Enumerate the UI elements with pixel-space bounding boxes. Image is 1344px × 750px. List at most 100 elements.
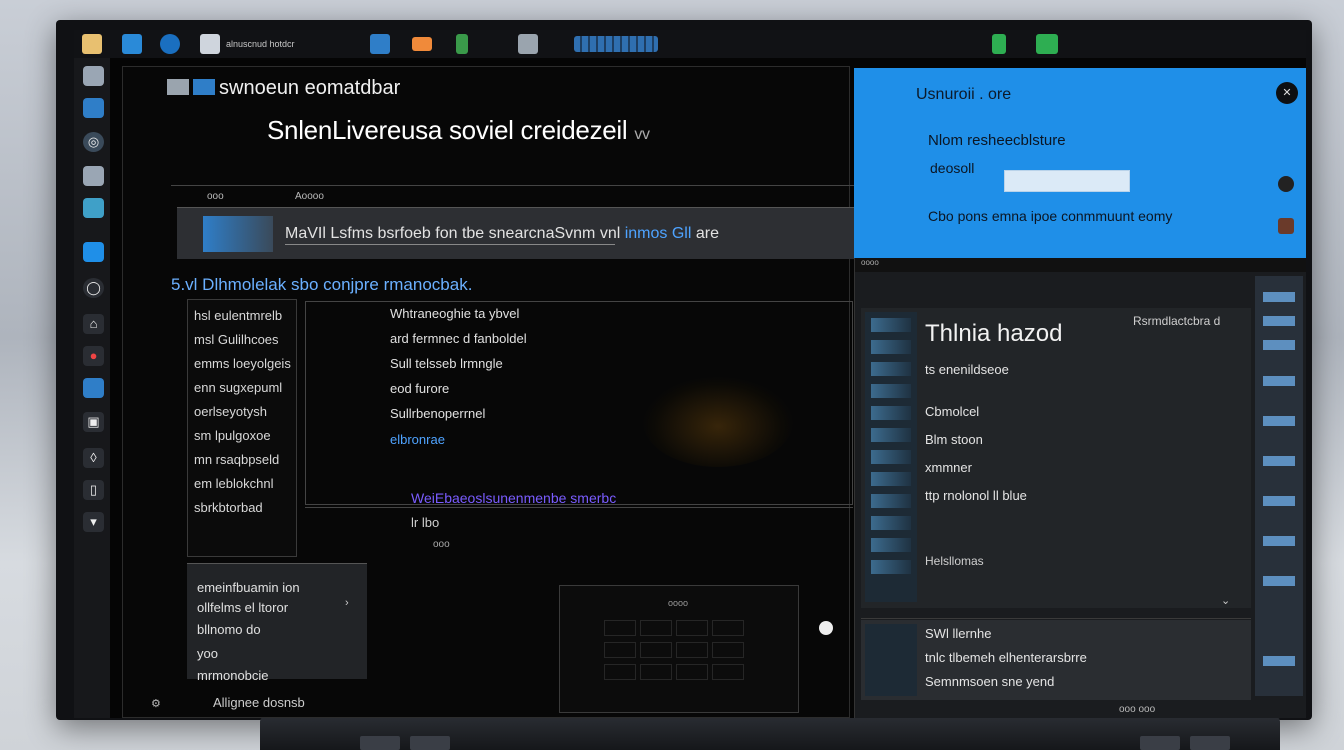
thumbnail[interactable] xyxy=(871,406,911,420)
files-icon[interactable] xyxy=(200,34,220,54)
mail-icon[interactable] xyxy=(370,34,390,54)
option-item[interactable]: Sullrbenoperrnel xyxy=(390,406,485,421)
sidebar-cell[interactable] xyxy=(1263,340,1295,350)
monitor-icon[interactable] xyxy=(83,98,104,118)
thumbnail[interactable] xyxy=(871,560,911,574)
column-header-2[interactable]: Aoooo xyxy=(295,191,324,202)
sidebar-cell[interactable] xyxy=(1263,456,1295,466)
battery-icon[interactable] xyxy=(518,34,538,54)
left-dock: ◎ ◯ ⌂ ● ▣ ◊ ▯ ▾ xyxy=(74,58,110,718)
bottom-item[interactable]: Semnmsoen sne yend xyxy=(925,674,1054,689)
toggle-knob[interactable] xyxy=(819,621,833,635)
thumbnail[interactable] xyxy=(871,472,911,486)
screen: alnuscnud hotdcr ◎ ◯ ⌂ ● ▣ ◊ ▯ ▾ swnoeun… xyxy=(74,30,1306,718)
sidebar-cell[interactable] xyxy=(1263,416,1295,426)
grid-cell xyxy=(676,620,708,636)
user-icon[interactable] xyxy=(1278,218,1294,234)
thumbnail[interactable] xyxy=(871,516,911,530)
app-icon[interactable] xyxy=(83,378,104,398)
detail-item[interactable]: ttp rnolonol ll blue xyxy=(925,488,1027,503)
safari-icon[interactable]: ◎ xyxy=(83,132,104,152)
files-icon[interactable] xyxy=(83,66,104,86)
drive-icon[interactable] xyxy=(83,166,104,186)
status-icon-2[interactable] xyxy=(1036,34,1058,54)
highlighted-line[interactable]: WeiEbaeoslsunenmenbe smerbc xyxy=(411,490,616,506)
chevron-down-icon[interactable]: ⌄ xyxy=(1221,594,1230,607)
folder-icon[interactable] xyxy=(82,34,102,54)
sidebar-cell[interactable] xyxy=(1263,292,1295,302)
grid-cell xyxy=(640,620,672,636)
option-item[interactable]: elbronrae xyxy=(390,432,445,447)
taskbar-app-label[interactable]: alnuscnud hotdcr xyxy=(226,39,295,49)
thumbnail[interactable] xyxy=(871,362,911,376)
lower-item[interactable]: ollfelms el ltoror xyxy=(197,600,288,615)
list-item[interactable]: hsl eulentmrelb xyxy=(194,308,282,323)
detail-item[interactable]: Cbmolcel xyxy=(925,404,979,419)
dialog-input[interactable] xyxy=(1004,170,1130,192)
info-text: MaVIl Lsfms bsrfoeb fon tbe snearcnaSvnm… xyxy=(285,225,719,242)
git-icon[interactable]: ● xyxy=(83,346,104,366)
thumbnail[interactable] xyxy=(871,428,911,442)
chevron-right-icon[interactable]: › xyxy=(345,597,349,609)
user-icon[interactable]: ⌂ xyxy=(83,314,104,334)
list-item[interactable]: sm lpulgoxoe xyxy=(194,428,271,443)
list-item[interactable]: oerlseyotysh xyxy=(194,404,267,419)
option-item[interactable]: ard fermnec d fanboldel xyxy=(390,331,527,346)
bottom-item[interactable]: SWl llernhe xyxy=(925,626,991,641)
list-item[interactable]: em leblokchnl xyxy=(194,476,274,491)
lock-icon[interactable]: ◊ xyxy=(83,448,104,468)
sidebar-cell[interactable] xyxy=(1263,536,1295,546)
sidebar-cell[interactable] xyxy=(1263,316,1295,326)
list-item[interactable]: sbrkbtorbad xyxy=(194,500,263,515)
thumbnail[interactable] xyxy=(871,450,911,464)
chrome-icon[interactable] xyxy=(122,34,142,54)
photos-icon[interactable] xyxy=(83,242,104,262)
settings-icon[interactable] xyxy=(412,37,432,51)
thumbnail[interactable] xyxy=(871,340,911,354)
bottom-item[interactable]: tnlc tlbemeh elhenterarsbrre xyxy=(925,650,1087,665)
thumbnail[interactable] xyxy=(871,384,911,398)
sidebar-cell[interactable] xyxy=(1263,376,1295,386)
options-divider xyxy=(305,507,853,508)
display-icon[interactable] xyxy=(83,198,104,218)
info-icon[interactable] xyxy=(1278,176,1294,192)
settings-icon[interactable]: ⚙ xyxy=(151,697,161,710)
lower-item[interactable]: emeinfbuamin ion xyxy=(197,580,300,595)
network-icon[interactable] xyxy=(456,34,468,54)
status-icon[interactable] xyxy=(992,34,1006,54)
app-menu-icon[interactable] xyxy=(167,79,189,95)
sidebar-cell[interactable] xyxy=(1263,496,1295,506)
bottom-thumbnail[interactable] xyxy=(865,624,917,696)
panel-action-label[interactable]: Rsrmdlactcbra d xyxy=(1133,314,1220,328)
sidebar-cell[interactable] xyxy=(1263,656,1295,666)
preview-box: oooo xyxy=(559,585,799,713)
terminal-icon[interactable] xyxy=(160,34,180,54)
detail-item[interactable]: xmmner xyxy=(925,460,972,475)
thumbnail[interactable] xyxy=(871,318,911,332)
close-icon[interactable]: ✕ xyxy=(1276,82,1298,104)
ok-button[interactable]: ooo xyxy=(433,539,450,550)
list-item[interactable]: enn sugxepuml xyxy=(194,380,282,395)
sidebar-cell[interactable] xyxy=(1263,576,1295,586)
thumbnail[interactable] xyxy=(871,538,911,552)
detail-item[interactable]: Blm stoon xyxy=(925,432,983,447)
column-header-1[interactable]: ooo xyxy=(207,191,224,202)
option-item[interactable]: Whtraneoghie ta ybvel xyxy=(390,306,519,321)
option-item[interactable]: eod furore xyxy=(390,381,449,396)
option-item[interactable]: Sull telsseb lrmngle xyxy=(390,356,503,371)
grid-cell xyxy=(640,642,672,658)
shield-icon[interactable]: ▾ xyxy=(83,512,104,532)
list-item[interactable]: msl Gulilhcoes xyxy=(194,332,279,347)
list-item[interactable]: emms loeyolgeis xyxy=(194,356,291,371)
detail-item[interactable]: ts enenildseoe xyxy=(925,362,1009,377)
box-icon[interactable]: ▣ xyxy=(83,412,104,432)
window-icon[interactable] xyxy=(193,79,215,95)
info-link[interactable]: inmos Gll xyxy=(625,225,692,242)
thumbnail[interactable] xyxy=(871,494,911,508)
circle-icon[interactable]: ◯ xyxy=(83,278,104,298)
lower-item[interactable]: bllnomo do xyxy=(197,622,261,637)
lower-item[interactable]: yoo xyxy=(197,646,218,661)
lower-item[interactable]: mrmonobcie xyxy=(197,668,269,683)
phone-icon[interactable]: ▯ xyxy=(83,480,104,500)
list-item[interactable]: mn rsaqbpseld xyxy=(194,452,279,467)
